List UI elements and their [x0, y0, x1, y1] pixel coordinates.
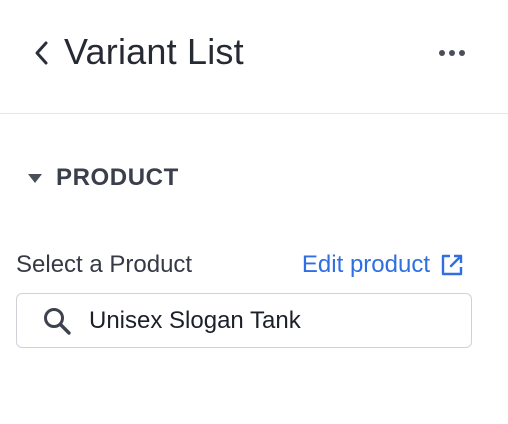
- product-search-input[interactable]: [89, 306, 449, 335]
- product-section-toggle[interactable]: PRODUCT: [24, 160, 179, 196]
- section-title: PRODUCT: [56, 164, 179, 191]
- page-title: Variant List: [64, 31, 244, 72]
- panel-header: Variant List: [0, 0, 508, 114]
- edit-product-link[interactable]: Edit product: [302, 250, 464, 280]
- select-product-label: Select a Product: [16, 251, 193, 278]
- more-options-button[interactable]: [432, 38, 472, 68]
- product-search-field[interactable]: [16, 293, 472, 348]
- caret-down-icon: [24, 167, 46, 189]
- chevron-left-icon: [35, 41, 48, 65]
- edit-product-label: Edit product: [301, 251, 430, 278]
- external-link-icon: [440, 253, 464, 277]
- more-horizontal-icon: [439, 50, 465, 56]
- back-button[interactable]: [27, 36, 57, 70]
- search-icon: [41, 305, 73, 337]
